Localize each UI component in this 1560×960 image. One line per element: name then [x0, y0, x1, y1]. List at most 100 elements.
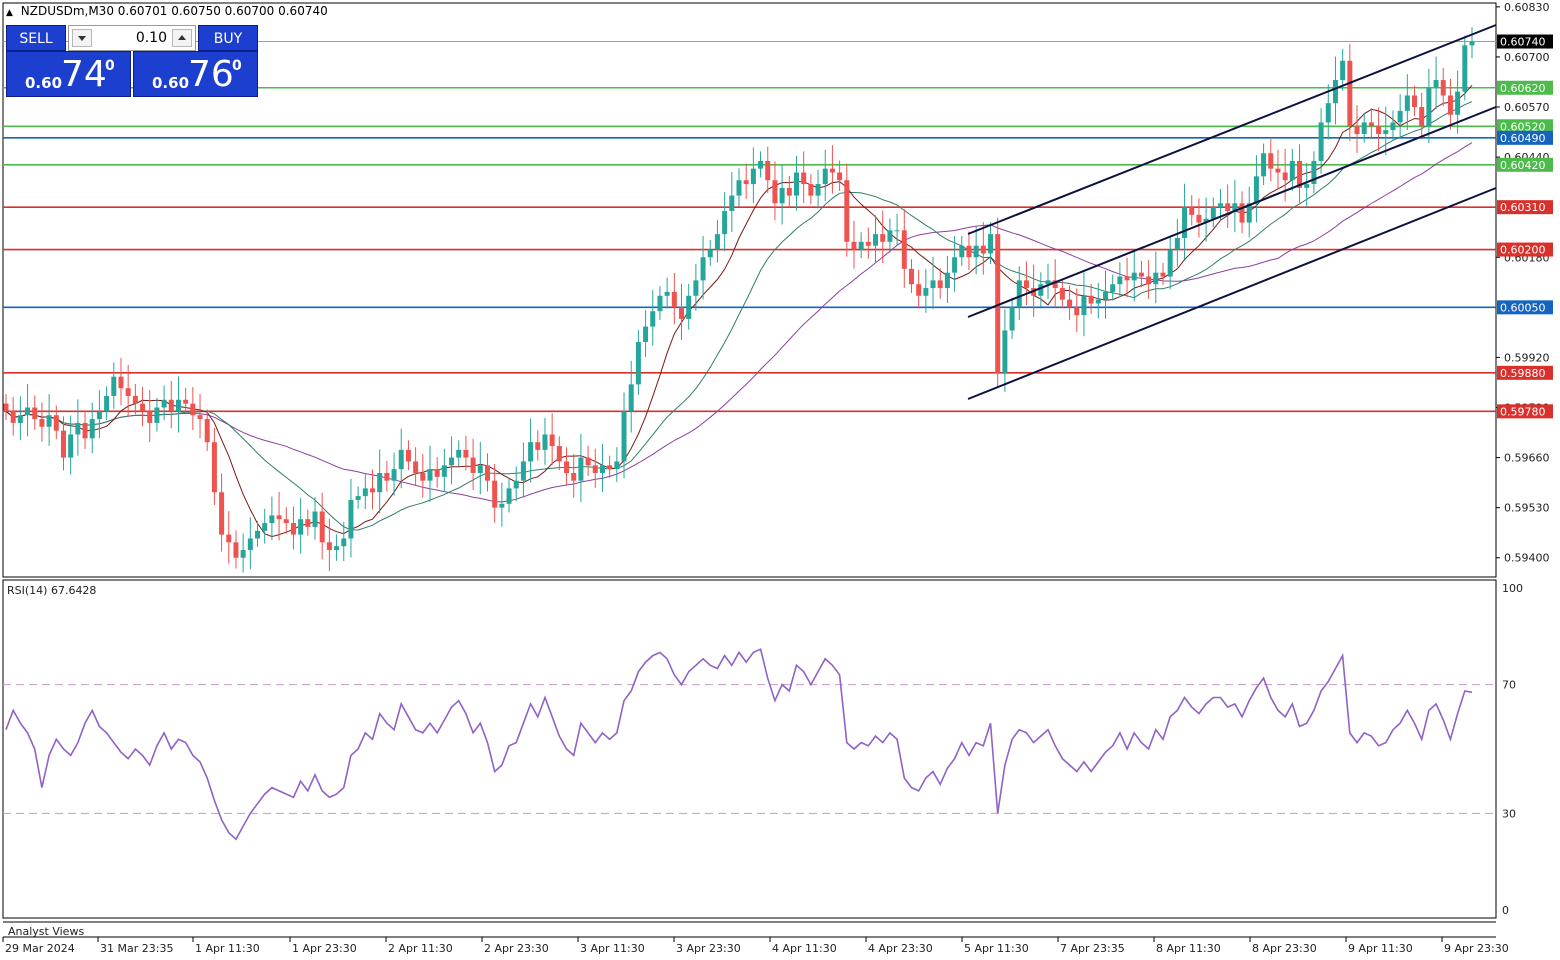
candle-body [1361, 122, 1367, 134]
candle-body [183, 399, 189, 404]
buy-button[interactable]: BUY [198, 25, 258, 51]
ohlc-readout: 0.60701 0.60750 0.60700 0.60740 [117, 4, 328, 18]
candle-body [549, 434, 555, 447]
time-tick-label: 8 Apr 23:30 [1252, 942, 1317, 955]
candle-body [643, 326, 649, 343]
candle-body [1117, 276, 1123, 285]
candle-body [1354, 126, 1360, 134]
candle-body [700, 257, 706, 281]
candle-body [506, 488, 512, 504]
candle-body [75, 422, 81, 435]
candle-body [1059, 288, 1065, 300]
candle-body [269, 515, 275, 524]
candle-body [1160, 272, 1166, 277]
candle-body [60, 430, 66, 458]
candle-body [89, 419, 95, 439]
candle-body [564, 461, 570, 473]
rsi-tick-label: 70 [1502, 679, 1516, 692]
candle-body [1131, 272, 1137, 281]
candle-body [154, 407, 160, 423]
rsi-series-line [5, 648, 1473, 841]
candle-body [1088, 295, 1094, 304]
candle-body [750, 168, 756, 185]
candle-body [614, 461, 620, 470]
candle-body [233, 542, 239, 558]
candle-body [1067, 299, 1073, 308]
candle-body [1261, 153, 1267, 177]
candle-body [377, 472, 383, 493]
candle-body [923, 288, 929, 296]
candle-body [599, 465, 605, 473]
sell-price-button[interactable]: 0.60 74 0 [6, 51, 131, 97]
candle-body [1426, 87, 1432, 127]
time-tick-label: 1 Apr 23:30 [292, 942, 357, 955]
candle-body [535, 442, 541, 450]
time-tick-label: 3 Apr 23:30 [676, 942, 741, 955]
price-tick-label: 0.59400 [1504, 552, 1550, 565]
candle-body [96, 411, 102, 420]
lot-size-input[interactable]: 0.10 [95, 30, 167, 46]
time-tick-label: 4 Apr 23:30 [868, 942, 933, 955]
candle-body [298, 519, 304, 535]
candle-body [104, 395, 110, 412]
symbol-header: ▲ NZDUSDm,M30 0.60701 0.60750 0.60700 0.… [6, 4, 328, 18]
collapse-triangle-icon[interactable]: ▲ [6, 8, 13, 18]
candle-body [1253, 176, 1259, 204]
candle-body [786, 187, 792, 196]
candle-body [679, 307, 685, 319]
candle-body [326, 542, 332, 551]
candle-body [140, 403, 146, 412]
candle-body [916, 284, 922, 296]
buy-price-button[interactable]: 0.60 76 0 [133, 51, 258, 97]
candle-body [161, 399, 167, 408]
candle-body [837, 172, 843, 181]
candle-body [844, 180, 850, 242]
level-price-label: 0.59780 [1500, 405, 1546, 418]
candle-body [1081, 295, 1087, 316]
chart-canvas[interactable]: Analyst ViewsRSI(14) 67.64280.608300.607… [0, 0, 1560, 960]
candle-body [556, 446, 562, 462]
rsi-tick-label: 30 [1502, 807, 1516, 820]
candle-body [1282, 172, 1288, 181]
candle-body [456, 449, 462, 458]
current-price-label: 0.60740 [1500, 36, 1546, 49]
candle-body [283, 519, 289, 524]
candle-body [441, 465, 447, 477]
candle-body [1383, 130, 1389, 134]
candle-body [1103, 291, 1108, 300]
sell-button[interactable]: SELL [6, 25, 66, 51]
candle-body [592, 465, 598, 473]
candle-body [341, 538, 347, 547]
candle-body [276, 515, 282, 520]
candle-body [930, 280, 936, 289]
candle-body [729, 195, 735, 212]
lot-decrease-icon[interactable] [72, 29, 92, 47]
candle-body [1376, 126, 1382, 134]
time-tick-label: 4 Apr 11:30 [772, 942, 837, 955]
candle-body [1074, 307, 1080, 316]
lot-increase-icon[interactable] [172, 29, 192, 47]
candles [3, 27, 1475, 573]
candle-body [714, 234, 720, 250]
candle-body [211, 442, 217, 493]
time-tick-label: 5 Apr 11:30 [964, 942, 1029, 955]
candle-body [420, 472, 426, 481]
candle-body [542, 434, 548, 450]
rsi-indicator-label: RSI(14) 67.6428 [7, 584, 96, 597]
candle-body [793, 172, 799, 196]
candle-body [1462, 45, 1468, 92]
candle-body [1174, 237, 1180, 250]
candle-body [477, 465, 483, 473]
candle-body [1404, 95, 1410, 111]
candle-body [966, 245, 972, 258]
time-tick-label: 29 Mar 2024 [5, 942, 75, 955]
candle-body [858, 241, 864, 250]
candle-body [1138, 272, 1144, 277]
candle-body [1023, 280, 1029, 289]
candle-body [736, 180, 742, 196]
analyst-views-label: Analyst Views [8, 925, 84, 938]
sell-price-fraction: 0 [105, 58, 115, 74]
candle-body [111, 376, 117, 396]
symbol-name: NZDUSDm,M30 [20, 4, 114, 18]
level-price-label: 0.60050 [1500, 301, 1546, 314]
